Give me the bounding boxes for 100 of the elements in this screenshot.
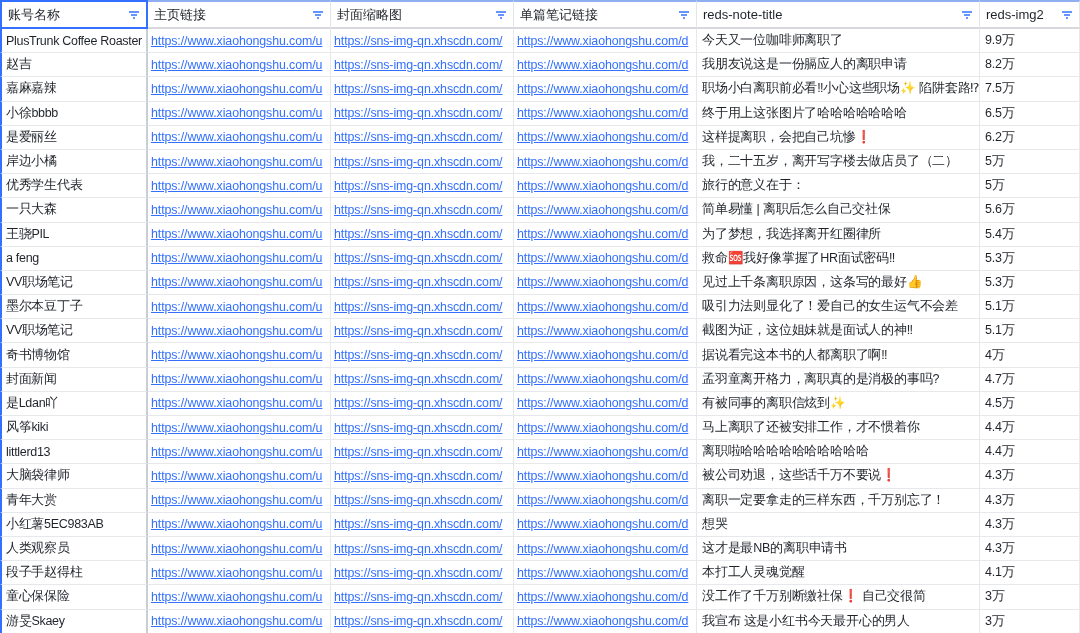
- link[interactable]: https://www.xiaohongshu.com/d: [517, 420, 689, 435]
- link[interactable]: https://www.xiaohongshu.com/d: [517, 178, 689, 193]
- link[interactable]: https://sns-img-qn.xhscdn.com/: [334, 202, 503, 217]
- link[interactable]: https://www.xiaohongshu.com/u: [151, 348, 323, 363]
- link[interactable]: https://www.xiaohongshu.com/d: [517, 323, 689, 338]
- link[interactable]: https://sns-img-qn.xhscdn.com/: [334, 130, 503, 145]
- link[interactable]: https://sns-img-qn.xhscdn.com/: [334, 493, 503, 508]
- link[interactable]: https://www.xiaohongshu.com/u: [151, 468, 323, 483]
- table-cell: 本打工人灵魂觉醒: [697, 561, 980, 586]
- link[interactable]: https://www.xiaohongshu.com/d: [517, 589, 689, 604]
- link[interactable]: https://www.xiaohongshu.com/u: [151, 81, 323, 96]
- filter-icon[interactable]: [128, 9, 140, 20]
- column-header[interactable]: 封面缩略图: [331, 0, 514, 29]
- link[interactable]: https://sns-img-qn.xhscdn.com/: [334, 444, 503, 459]
- link[interactable]: https://www.xiaohongshu.com/d: [517, 348, 689, 363]
- link[interactable]: https://www.xiaohongshu.com/d: [517, 202, 689, 217]
- link[interactable]: https://www.xiaohongshu.com/d: [517, 517, 689, 532]
- link[interactable]: https://www.xiaohongshu.com/u: [151, 178, 323, 193]
- link[interactable]: https://www.xiaohongshu.com/u: [151, 299, 323, 314]
- link[interactable]: https://www.xiaohongshu.com/d: [517, 493, 689, 508]
- link[interactable]: https://sns-img-qn.xhscdn.com/: [334, 420, 503, 435]
- link[interactable]: https://www.xiaohongshu.com/d: [517, 275, 689, 290]
- link[interactable]: https://www.xiaohongshu.com/d: [517, 130, 689, 145]
- link[interactable]: https://sns-img-qn.xhscdn.com/: [334, 275, 503, 290]
- link[interactable]: https://www.xiaohongshu.com/u: [151, 154, 323, 169]
- link[interactable]: https://sns-img-qn.xhscdn.com/: [334, 178, 503, 193]
- link[interactable]: https://sns-img-qn.xhscdn.com/: [334, 589, 503, 604]
- link[interactable]: https://www.xiaohongshu.com/u: [151, 565, 323, 580]
- filter-icon[interactable]: [1061, 9, 1073, 20]
- table-cell: 童心保保险: [0, 585, 148, 610]
- filter-icon[interactable]: [961, 9, 973, 20]
- link[interactable]: https://sns-img-qn.xhscdn.com/: [334, 517, 503, 532]
- link[interactable]: https://www.xiaohongshu.com/u: [151, 202, 323, 217]
- table-cell: 4.3万: [980, 536, 1080, 562]
- filter-icon[interactable]: [312, 9, 324, 20]
- table-cell: 赵吉: [0, 53, 148, 78]
- link[interactable]: https://www.xiaohongshu.com/d: [517, 81, 689, 96]
- link[interactable]: https://www.xiaohongshu.com/u: [151, 275, 323, 290]
- link[interactable]: https://www.xiaohongshu.com/u: [151, 396, 323, 411]
- link[interactable]: https://sns-img-qn.xhscdn.com/: [334, 106, 503, 121]
- table-cell: 小红薯5EC983AB: [0, 512, 148, 537]
- link[interactable]: https://www.xiaohongshu.com/u: [151, 130, 323, 145]
- link[interactable]: https://sns-img-qn.xhscdn.com/: [334, 348, 503, 363]
- link[interactable]: https://www.xiaohongshu.com/d: [517, 251, 689, 266]
- link[interactable]: https://www.xiaohongshu.com/d: [517, 444, 689, 459]
- column-header[interactable]: 账号名称: [0, 0, 148, 29]
- link[interactable]: https://www.xiaohongshu.com/d: [517, 299, 689, 314]
- link[interactable]: https://www.xiaohongshu.com/d: [517, 468, 689, 483]
- link[interactable]: https://sns-img-qn.xhscdn.com/: [334, 396, 503, 411]
- link[interactable]: https://www.xiaohongshu.com/d: [517, 372, 689, 387]
- link[interactable]: https://www.xiaohongshu.com/u: [151, 227, 323, 242]
- link[interactable]: https://www.xiaohongshu.com/d: [517, 227, 689, 242]
- link[interactable]: https://www.xiaohongshu.com/u: [151, 323, 323, 338]
- column-header[interactable]: 主页链接: [148, 0, 331, 29]
- link[interactable]: https://www.xiaohongshu.com/u: [151, 106, 323, 121]
- link[interactable]: https://sns-img-qn.xhscdn.com/: [334, 468, 503, 483]
- link[interactable]: https://sns-img-qn.xhscdn.com/: [334, 565, 503, 580]
- link[interactable]: https://www.xiaohongshu.com/d: [517, 541, 689, 556]
- link[interactable]: https://www.xiaohongshu.com/d: [517, 614, 689, 629]
- table-cell: 是爱丽丝: [0, 125, 148, 150]
- table-cell: 墨尔本豆丁子: [0, 295, 148, 320]
- link[interactable]: https://sns-img-qn.xhscdn.com/: [334, 33, 503, 48]
- link[interactable]: https://sns-img-qn.xhscdn.com/: [334, 541, 503, 556]
- link[interactable]: https://sns-img-qn.xhscdn.com/: [334, 372, 503, 387]
- link[interactable]: https://sns-img-qn.xhscdn.com/: [334, 614, 503, 629]
- link[interactable]: https://www.xiaohongshu.com/u: [151, 614, 323, 629]
- link[interactable]: https://sns-img-qn.xhscdn.com/: [334, 81, 503, 96]
- link[interactable]: https://sns-img-qn.xhscdn.com/: [334, 227, 503, 242]
- table-cell: 5.1万: [980, 295, 1080, 320]
- column-header[interactable]: reds-img2: [980, 0, 1080, 29]
- link[interactable]: https://www.xiaohongshu.com/u: [151, 57, 323, 72]
- filter-icon[interactable]: [495, 9, 507, 20]
- column-header[interactable]: 单篇笔记链接: [514, 0, 697, 29]
- link[interactable]: https://www.xiaohongshu.com/u: [151, 372, 323, 387]
- link[interactable]: https://www.xiaohongshu.com/d: [517, 396, 689, 411]
- link[interactable]: https://sns-img-qn.xhscdn.com/: [334, 154, 503, 169]
- link[interactable]: https://www.xiaohongshu.com/u: [151, 444, 323, 459]
- table-cell: 被公司劝退，这些话千万不要说❗: [697, 464, 980, 489]
- link[interactable]: https://sns-img-qn.xhscdn.com/: [334, 323, 503, 338]
- link[interactable]: https://www.xiaohongshu.com/u: [151, 589, 323, 604]
- link[interactable]: https://sns-img-qn.xhscdn.com/: [334, 299, 503, 314]
- table-cell: 是Ldan吖: [0, 391, 148, 416]
- table-cell: 今天又一位咖啡师离职了: [697, 29, 980, 54]
- filter-icon[interactable]: [678, 9, 690, 20]
- link[interactable]: https://www.xiaohongshu.com/u: [151, 541, 323, 556]
- link[interactable]: https://www.xiaohongshu.com/u: [151, 251, 323, 266]
- link[interactable]: https://sns-img-qn.xhscdn.com/: [334, 251, 503, 266]
- link[interactable]: https://www.xiaohongshu.com/u: [151, 493, 323, 508]
- link[interactable]: https://www.xiaohongshu.com/u: [151, 420, 323, 435]
- link[interactable]: https://www.xiaohongshu.com/u: [151, 33, 323, 48]
- table-cell: 4.3万: [980, 464, 1080, 489]
- link[interactable]: https://sns-img-qn.xhscdn.com/: [334, 57, 503, 72]
- link[interactable]: https://www.xiaohongshu.com/d: [517, 154, 689, 169]
- link[interactable]: https://www.xiaohongshu.com/d: [517, 106, 689, 121]
- table-cell: 4.1万: [980, 561, 1080, 586]
- link[interactable]: https://www.xiaohongshu.com/d: [517, 33, 689, 48]
- link[interactable]: https://www.xiaohongshu.com/d: [517, 57, 689, 72]
- link[interactable]: https://www.xiaohongshu.com/d: [517, 565, 689, 580]
- column-header[interactable]: reds-note-title: [697, 0, 980, 29]
- link[interactable]: https://www.xiaohongshu.com/u: [151, 517, 323, 532]
